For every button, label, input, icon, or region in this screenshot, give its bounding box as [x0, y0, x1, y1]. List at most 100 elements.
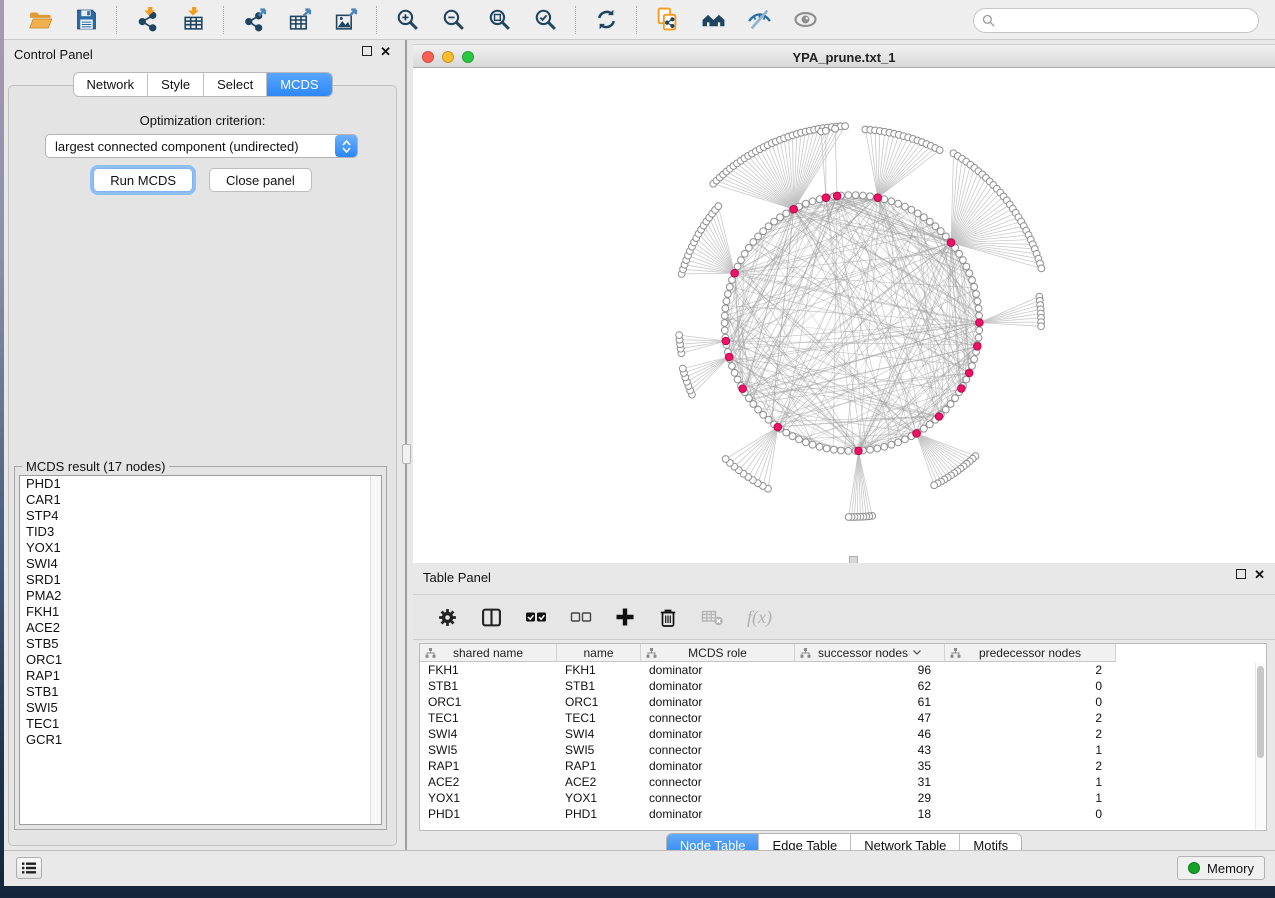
vertical-splitter-grip[interactable] — [402, 444, 411, 464]
shared-column-icon — [950, 648, 961, 658]
mcds-result-item[interactable]: SWI4 — [20, 556, 381, 572]
column-header-name[interactable]: name — [557, 644, 641, 662]
show-all-button[interactable] — [787, 4, 823, 36]
task-history-button[interactable] — [16, 857, 42, 879]
mcds-result-item[interactable]: RAP1 — [20, 668, 381, 684]
mcds-result-item[interactable]: YOX1 — [20, 540, 381, 556]
table-cell: connector — [641, 710, 795, 726]
export-network-button[interactable] — [236, 4, 272, 36]
table-row[interactable]: FKH1FKH1dominator962 — [420, 662, 1266, 678]
table-cell: ORC1 — [557, 694, 641, 710]
table-row[interactable]: SWI5SWI5connector431 — [420, 742, 1266, 758]
split-columns-button[interactable] — [481, 605, 502, 629]
zoom-fit-button[interactable] — [481, 4, 517, 36]
toolbar-separator — [376, 6, 377, 34]
mcds-result-item[interactable]: STP4 — [20, 508, 381, 524]
mcds-result-item[interactable]: SWI5 — [20, 700, 381, 716]
main-toolbar — [4, 0, 1275, 40]
add-column-button[interactable] — [615, 605, 635, 629]
mcds-result-item[interactable]: STB1 — [20, 684, 381, 700]
column-header-shared-name[interactable]: shared name — [420, 644, 557, 662]
table-row[interactable]: ACE2ACE2connector311 — [420, 774, 1266, 790]
table-row[interactable]: RAP1RAP1dominator352 — [420, 758, 1266, 774]
float-panel-icon[interactable] — [362, 46, 372, 56]
export-network-icon — [242, 7, 267, 32]
mcds-result-item[interactable]: PMA2 — [20, 588, 381, 604]
mcds-result-item[interactable]: ORC1 — [20, 652, 381, 668]
mcds-result-item[interactable]: GCR1 — [20, 732, 381, 748]
close-panel-icon[interactable]: ✕ — [1254, 569, 1265, 580]
table-cell: 61 — [795, 694, 945, 710]
refresh-button[interactable] — [588, 4, 624, 36]
column-header-successor-nodes[interactable]: successor nodes — [795, 644, 945, 662]
tab-select[interactable]: Select — [204, 73, 267, 96]
control-panel-title: Control Panel — [14, 47, 93, 62]
mcds-result-item[interactable]: CAR1 — [20, 492, 381, 508]
mcds-result-item[interactable]: PHD1 — [20, 476, 381, 492]
tab-style[interactable]: Style — [148, 73, 204, 96]
export-table-button[interactable] — [282, 4, 318, 36]
column-header-MCDS-role[interactable]: MCDS role — [641, 644, 795, 662]
zoom-selected-button[interactable] — [527, 4, 563, 36]
first-neighbors-button[interactable] — [695, 4, 731, 36]
hide-selected-button[interactable] — [741, 4, 777, 36]
export-image-button[interactable] — [328, 4, 364, 36]
select-all-button[interactable] — [525, 605, 547, 629]
table-panel: Table Panel ✕ f(x) shared namenameMCDS r… — [413, 563, 1275, 850]
table-row[interactable]: TEC1TEC1connector472 — [420, 710, 1266, 726]
table-row[interactable]: STB1STB1dominator620 — [420, 678, 1266, 694]
import-table-button[interactable] — [175, 4, 211, 36]
mcds-result-list[interactable]: PHD1CAR1STP4TID3YOX1SWI4SRD1PMA2FKH1ACE2… — [19, 475, 382, 825]
search-input[interactable] — [1000, 14, 1250, 28]
table-cell: 18 — [795, 806, 945, 822]
mcds-result-item[interactable]: ACE2 — [20, 620, 381, 636]
gear-button[interactable] — [437, 605, 458, 629]
open-file-button[interactable] — [22, 4, 58, 36]
table-row[interactable]: PHD1PHD1dominator180 — [420, 806, 1266, 822]
mcds-result-item[interactable]: TID3 — [20, 524, 381, 540]
table-cell: 2 — [945, 710, 1116, 726]
toolbar-separator — [223, 6, 224, 34]
table-cell: 31 — [795, 774, 945, 790]
node-table: shared namenameMCDS rolesuccessor nodesp… — [419, 643, 1267, 831]
mcds-result-item[interactable]: FKH1 — [20, 604, 381, 620]
table-cell: PHD1 — [420, 806, 557, 822]
run-mcds-button[interactable]: Run MCDS — [93, 168, 193, 192]
vertical-splitter[interactable] — [401, 40, 413, 850]
mcds-result-item[interactable]: STB5 — [20, 636, 381, 652]
search-icon — [982, 14, 995, 27]
result-list-scrollbar[interactable] — [370, 476, 381, 824]
zoom-selected-icon — [533, 7, 558, 32]
memory-button[interactable]: Memory — [1177, 856, 1265, 880]
table-scrollbar[interactable] — [1255, 663, 1265, 829]
mcds-result-item[interactable]: TEC1 — [20, 716, 381, 732]
deselect-all-button[interactable] — [570, 605, 592, 629]
network-canvas[interactable] — [413, 68, 1275, 563]
network-canvas-svg — [413, 68, 1275, 563]
table-row[interactable]: SWI4SWI4dominator462 — [420, 726, 1266, 742]
shared-column-icon — [425, 648, 436, 658]
close-panel-icon[interactable]: ✕ — [380, 46, 391, 57]
zoom-in-button[interactable] — [389, 4, 425, 36]
split-columns-icon — [481, 607, 502, 628]
optimization-criterion-select[interactable]: largest connected component (undirected) — [45, 134, 358, 158]
network-window-titlebar[interactable]: YPA_prune.txt_1 — [413, 44, 1275, 68]
import-network-button[interactable] — [129, 4, 165, 36]
close-panel-button[interactable]: Close panel — [209, 168, 312, 192]
table-cell: 1 — [945, 742, 1116, 758]
float-panel-icon[interactable] — [1236, 569, 1246, 579]
column-header-predecessor-nodes[interactable]: predecessor nodes — [945, 644, 1116, 662]
delete-button[interactable] — [658, 605, 678, 629]
table-cell: 2 — [945, 662, 1116, 678]
save-button[interactable] — [68, 4, 104, 36]
table-row[interactable]: ORC1ORC1dominator610 — [420, 694, 1266, 710]
zoom-out-button[interactable] — [435, 4, 471, 36]
tab-mcds[interactable]: MCDS — [267, 73, 331, 96]
table-scrollbar-thumb[interactable] — [1257, 666, 1264, 758]
table-cell: SWI4 — [557, 726, 641, 742]
table-row[interactable]: YOX1YOX1connector291 — [420, 790, 1266, 806]
select-all-icon — [525, 607, 547, 627]
copy-network-button[interactable] — [649, 4, 685, 36]
mcds-result-item[interactable]: SRD1 — [20, 572, 381, 588]
tab-network[interactable]: Network — [73, 73, 148, 96]
